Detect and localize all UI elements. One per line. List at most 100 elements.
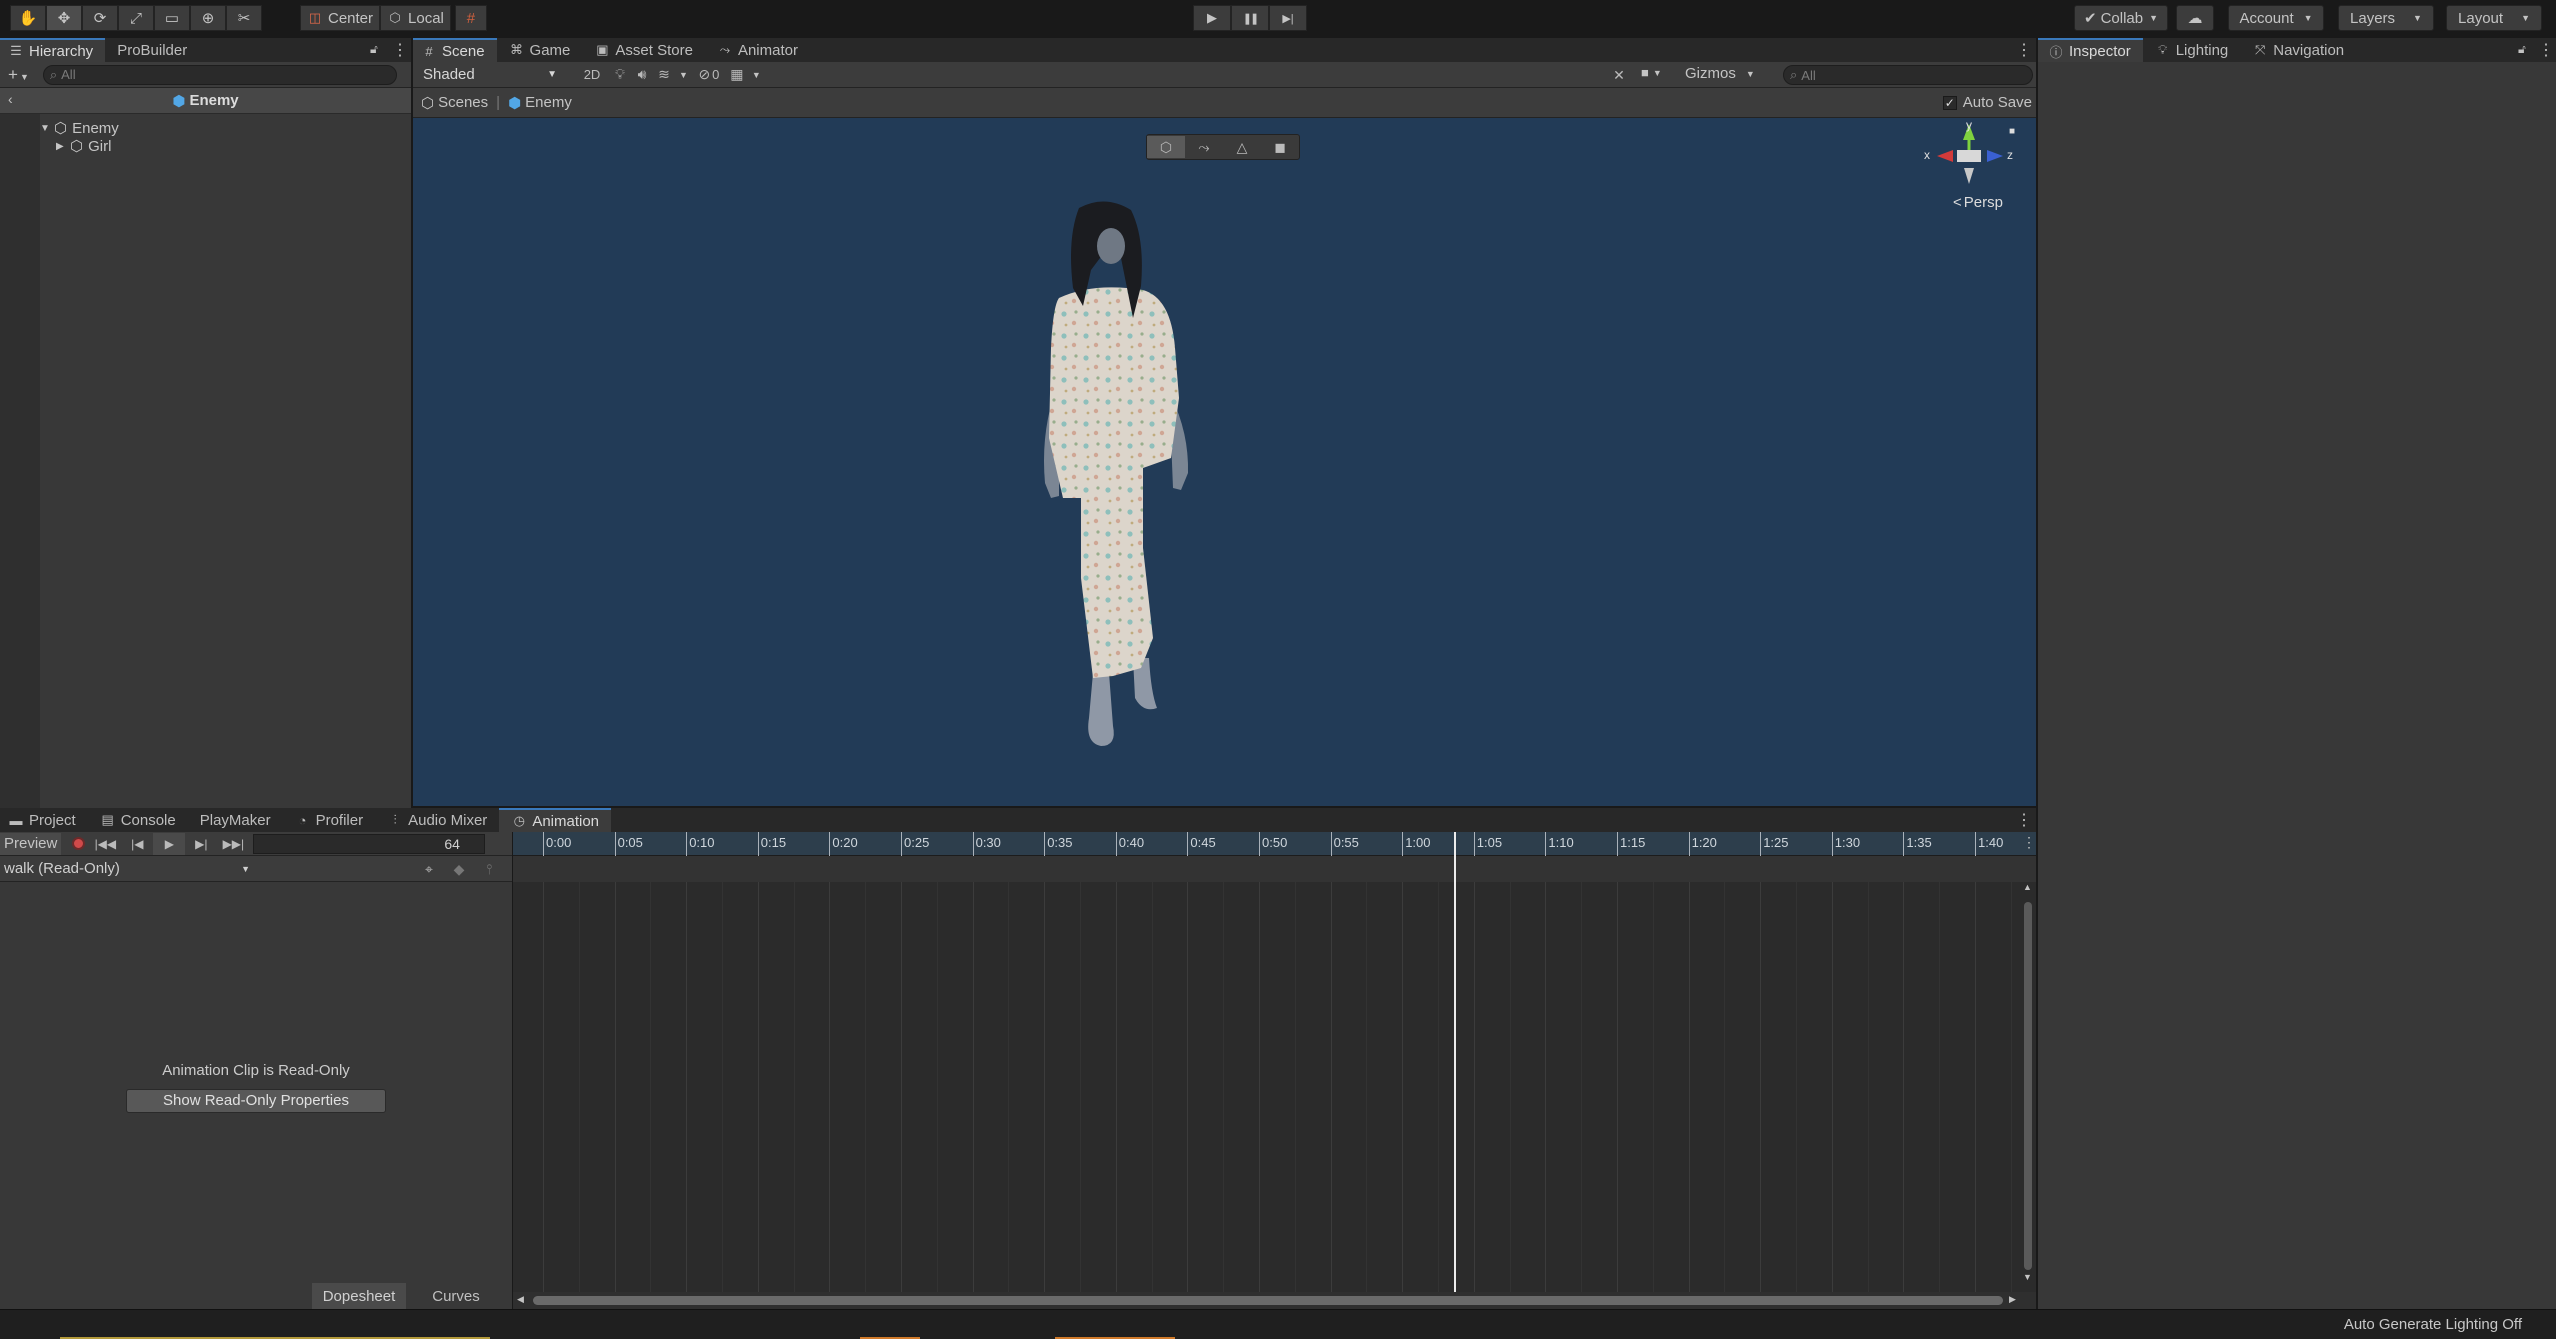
shading-mode-dropdown[interactable]: Shaded ▼ — [415, 63, 565, 86]
play-animation-button[interactable]: ▶ — [153, 832, 186, 855]
step-button[interactable]: ▶| — [1269, 5, 1307, 31]
filter-by-selection-icon[interactable]: ⌖ — [418, 858, 440, 880]
pause-button[interactable]: ❚❚ — [1231, 5, 1269, 31]
move-tool-button[interactable]: ✥ — [46, 5, 82, 31]
timeline-more-icon[interactable]: ⋮ — [2022, 834, 2036, 851]
hidden-objects-icon[interactable]: ⊘ 0 — [692, 64, 726, 86]
more-options-icon[interactable]: ⋮ — [2016, 810, 2032, 830]
play-button[interactable]: ▶ — [1193, 5, 1231, 31]
hand-tool-button[interactable]: ✋ — [10, 5, 46, 31]
scroll-left-icon[interactable]: ◀ — [517, 1294, 524, 1305]
lock-icon[interactable]: 🔓︎ — [2518, 42, 2526, 57]
projection-toggle[interactable]: < Persp — [1953, 194, 2003, 211]
collapse-arrow-icon[interactable]: ▶ — [56, 141, 70, 152]
playhead-line[interactable] — [1454, 832, 1456, 1292]
custom-tool-button[interactable]: ✂ — [226, 5, 262, 31]
pivot-center-button[interactable]: ◫ Center — [300, 5, 381, 31]
preview-toggle[interactable]: Preview — [0, 832, 62, 855]
view-shaded-button[interactable]: ⬡ — [1147, 136, 1185, 158]
tab-asset-store[interactable]: ▣ Asset Store — [582, 38, 705, 62]
scroll-up-icon[interactable]: ▲ — [2023, 882, 2032, 892]
tab-playmaker[interactable]: PlayMaker — [188, 808, 283, 832]
lock-icon[interactable]: 🔓︎ — [370, 42, 378, 57]
breadcrumb-prefab[interactable]: ⬢ Enemy — [508, 94, 572, 112]
more-options-icon[interactable]: ⋮ — [2016, 40, 2032, 60]
scale-tool-button[interactable]: ⤢ — [118, 5, 154, 31]
account-dropdown[interactable]: Account ▼ — [2228, 5, 2324, 31]
cloud-button[interactable]: ☁ — [2176, 5, 2214, 31]
tree-item-girl[interactable]: ▶ ⬡ Girl — [56, 136, 111, 156]
scene-viewport[interactable]: ⬡ ⤳ △ ◼ y x z ■ < Persp — [413, 118, 2036, 806]
scroll-right-icon[interactable]: ▶ — [2009, 1294, 2016, 1305]
breadcrumb-scenes[interactable]: ⬡ Scenes — [421, 94, 488, 112]
expand-arrow-icon[interactable]: ▼ — [40, 123, 54, 134]
vertical-scrollbar[interactable]: ▲ ▼ — [2022, 882, 2034, 1290]
curves-tab[interactable]: Curves — [406, 1283, 506, 1309]
view-ik-button[interactable]: △ — [1223, 136, 1261, 158]
view-collider-button[interactable]: ◼ — [1261, 136, 1299, 158]
layout-dropdown[interactable]: Layout ▼ — [2446, 5, 2542, 31]
tab-game[interactable]: ⌘ Game — [497, 38, 583, 62]
orientation-gizmo[interactable]: y x z ■ < Persp — [1921, 118, 2017, 238]
dopesheet-tab[interactable]: Dopesheet — [312, 1283, 406, 1309]
record-button[interactable] — [67, 833, 89, 855]
tree-item-enemy[interactable]: ▼ ⬡ Enemy — [40, 118, 119, 138]
gizmos-dropdown[interactable]: Gizmos ▼ — [1685, 65, 1755, 82]
pivot-space-button[interactable]: ⬡ Local — [380, 5, 451, 31]
show-read-only-button[interactable]: Show Read-Only Properties — [126, 1089, 386, 1113]
audio-toggle-icon[interactable]: 🔊︎ — [631, 64, 653, 86]
first-keyframe-button[interactable]: |◀◀ — [89, 833, 121, 855]
last-keyframe-button[interactable]: ▶▶| — [217, 833, 249, 855]
auto-save-toggle[interactable]: ✓ Auto Save — [1942, 94, 2032, 111]
next-keyframe-button[interactable]: ▶| — [185, 833, 217, 855]
tab-animation[interactable]: ◷ Animation — [499, 808, 612, 832]
effects-toggle-icon[interactable]: ≋ — [653, 64, 675, 86]
layers-dropdown[interactable]: Layers ▼ — [2338, 5, 2434, 31]
tab-scene[interactable]: # Scene — [413, 38, 497, 62]
timeline-area[interactable]: 0:00 0:05 0:10 0:15 0:20 0:25 0:30 0:35 0:40 0:45… — [513, 832, 2036, 1309]
add-event-icon[interactable]: ⫯ — [478, 858, 500, 880]
view-bones-button[interactable]: ⤳ — [1185, 136, 1223, 158]
clip-dropdown[interactable]: walk (Read-Only) ▼ — [0, 858, 254, 880]
frame-field[interactable]: 64 — [253, 833, 486, 854]
lighting-toggle-icon[interactable]: 💡︎ — [609, 64, 631, 86]
scroll-down-icon[interactable]: ▼ — [2023, 1272, 2032, 1282]
2d-toggle[interactable]: 2D — [575, 64, 609, 86]
grid-toggle-icon[interactable]: ▦ — [726, 64, 748, 86]
tab-lighting[interactable]: 💡︎ Lighting — [2143, 38, 2241, 62]
tab-probuilder[interactable]: ProBuilder — [105, 38, 199, 62]
gizmo-lock-icon[interactable]: ■ — [2009, 126, 2015, 137]
tab-navigation[interactable]: ⤧ Navigation — [2240, 38, 2356, 62]
tab-hierarchy[interactable]: ☰ Hierarchy — [0, 38, 106, 62]
tab-inspector[interactable]: ⓘ Inspector — [2038, 38, 2143, 62]
tab-animator[interactable]: ⤳ Animator — [705, 38, 810, 62]
tools-icon[interactable]: ✕ — [1608, 64, 1630, 86]
vertical-scroll-thumb[interactable] — [2024, 902, 2032, 1270]
tab-profiler[interactable]: ◔ Profiler — [283, 808, 376, 832]
tab-project[interactable]: ▬ Project — [0, 808, 88, 832]
create-add-button[interactable]: + ▼ — [8, 65, 29, 85]
camera-dropdown[interactable]: ■ ▼ — [1641, 65, 1662, 80]
transform-tool-button[interactable]: ⊕ — [190, 5, 226, 31]
dropdown-arrow-icon[interactable]: ▼ — [679, 70, 688, 80]
horizontal-scroll-thumb[interactable] — [533, 1296, 2003, 1305]
gamepad-icon: ⌘ — [510, 42, 524, 57]
timeline-ruler[interactable]: 0:00 0:05 0:10 0:15 0:20 0:25 0:30 0:35 0:40 0:45… — [513, 832, 2036, 856]
tab-audio-mixer[interactable]: ⫶ Audio Mixer — [375, 808, 499, 832]
more-options-icon[interactable]: ⋮ — [2538, 40, 2554, 60]
add-keyframe-icon[interactable]: ◆ — [448, 858, 470, 880]
collab-dropdown[interactable]: ✔ Collab ▼ — [2074, 5, 2168, 31]
rotate-tool-button[interactable]: ⟳ — [82, 5, 118, 31]
horizontal-scrollbar[interactable]: ◀ ▶ — [513, 1292, 2036, 1309]
rect-tool-button[interactable]: ▭ — [154, 5, 190, 31]
hierarchy-search-input[interactable]: ⌕ All — [42, 64, 397, 85]
more-options-icon[interactable]: ⋮ — [392, 40, 408, 60]
prev-keyframe-button[interactable]: |◀ — [121, 833, 153, 855]
tab-console[interactable]: ▤ Console — [88, 808, 188, 832]
character-model[interactable] — [993, 198, 1233, 798]
dropdown-arrow-icon[interactable]: ▼ — [752, 70, 761, 80]
back-arrow-icon[interactable]: ‹ — [8, 91, 13, 107]
scene-search-input[interactable]: ⌕ All — [1783, 65, 2033, 85]
snap-grid-button[interactable]: # — [454, 5, 487, 31]
auto-save-checkbox[interactable]: ✓ — [1942, 95, 1957, 110]
